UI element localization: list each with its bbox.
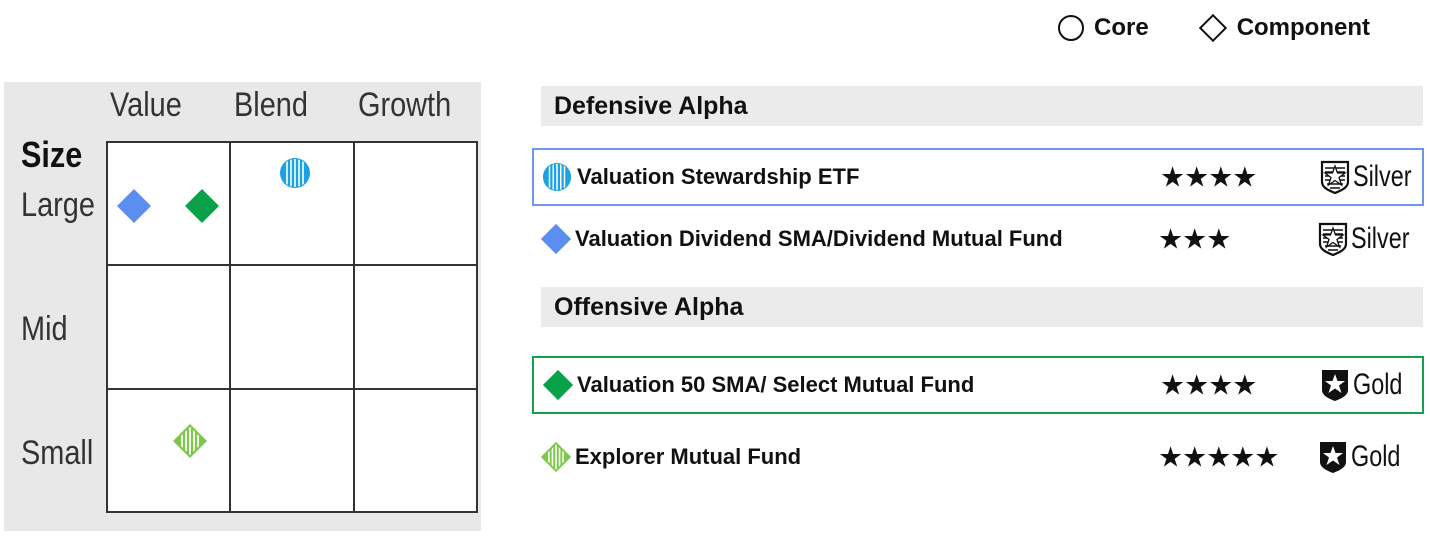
medal-label: Gold (1351, 440, 1401, 473)
fund-name: Valuation Dividend SMA/Dividend Mutual F… (575, 226, 1063, 251)
legend-component-label: Component (1236, 14, 1370, 41)
striped-diamond-icon (540, 441, 572, 473)
solid-diamond-icon (540, 223, 572, 255)
medal-label: Silver (1351, 222, 1410, 255)
legend-core-label: Core (1094, 14, 1149, 41)
row-label-mid: Mid (21, 310, 68, 348)
cell-mid-blend (230, 265, 354, 389)
star-rating: ★★★★ (1160, 161, 1257, 193)
cell-small-growth (353, 388, 477, 512)
style-grid (106, 141, 478, 513)
medal-label: Silver (1353, 160, 1412, 193)
row-label-small: Small (21, 434, 94, 472)
medal-rating: Silver (1320, 160, 1428, 194)
fund-row-stewardship-etf: Valuation Stewardship ETF ★★★★ Silver (532, 148, 1424, 206)
silver-medal-icon (1320, 160, 1350, 194)
fund-row-explorer-fund: Explorer Mutual Fund ★★★★★ Gold (532, 428, 1424, 486)
marker-stewardship-etf (280, 158, 310, 188)
column-label-blend: Blend (234, 86, 308, 124)
medal-label: Gold (1353, 368, 1403, 401)
cell-small-blend (230, 388, 354, 512)
section-header-defensive: Defensive Alpha (541, 86, 1423, 126)
cell-mid-growth (353, 265, 477, 389)
legend: Core Component (1058, 10, 1370, 46)
marker-valuation-50 (185, 189, 219, 223)
star-rating: ★★★ (1158, 223, 1231, 255)
fund-name: Valuation 50 SMA/ Select Mutual Fund (577, 372, 975, 397)
diamond-icon (1198, 13, 1227, 43)
legend-component: Component (1198, 13, 1370, 43)
marker-explorer-fund (173, 424, 207, 458)
star-rating: ★★★★ (1160, 369, 1257, 401)
legend-core: Core (1058, 14, 1149, 42)
marker-dividend-fund (117, 189, 151, 223)
fund-row-dividend-fund: Valuation Dividend SMA/Dividend Mutual F… (532, 210, 1424, 268)
fund-row-valuation-50: Valuation 50 SMA/ Select Mutual Fund ★★★… (532, 356, 1424, 414)
medal-rating: Gold (1318, 440, 1414, 474)
cell-mid-value (107, 265, 231, 389)
cell-small-value (107, 388, 231, 512)
section-header-offensive: Offensive Alpha (541, 287, 1423, 327)
solid-diamond-icon (542, 369, 574, 401)
circle-icon (1058, 15, 1084, 41)
striped-circle-icon (542, 162, 572, 192)
star-rating: ★★★★★ (1158, 441, 1280, 473)
column-label-value: Value (110, 86, 182, 124)
size-axis-label: Size (21, 134, 83, 175)
fund-name: Explorer Mutual Fund (575, 444, 802, 469)
gold-medal-icon (1322, 370, 1348, 401)
column-label-growth: Growth (358, 86, 452, 124)
silver-medal-icon (1318, 222, 1348, 256)
gold-medal-icon (1320, 442, 1346, 473)
medal-rating: Silver (1318, 222, 1426, 256)
medal-rating: Gold (1320, 368, 1416, 402)
cell-large-growth (353, 142, 477, 266)
row-label-large: Large (21, 186, 95, 224)
fund-name: Valuation Stewardship ETF (577, 164, 860, 189)
